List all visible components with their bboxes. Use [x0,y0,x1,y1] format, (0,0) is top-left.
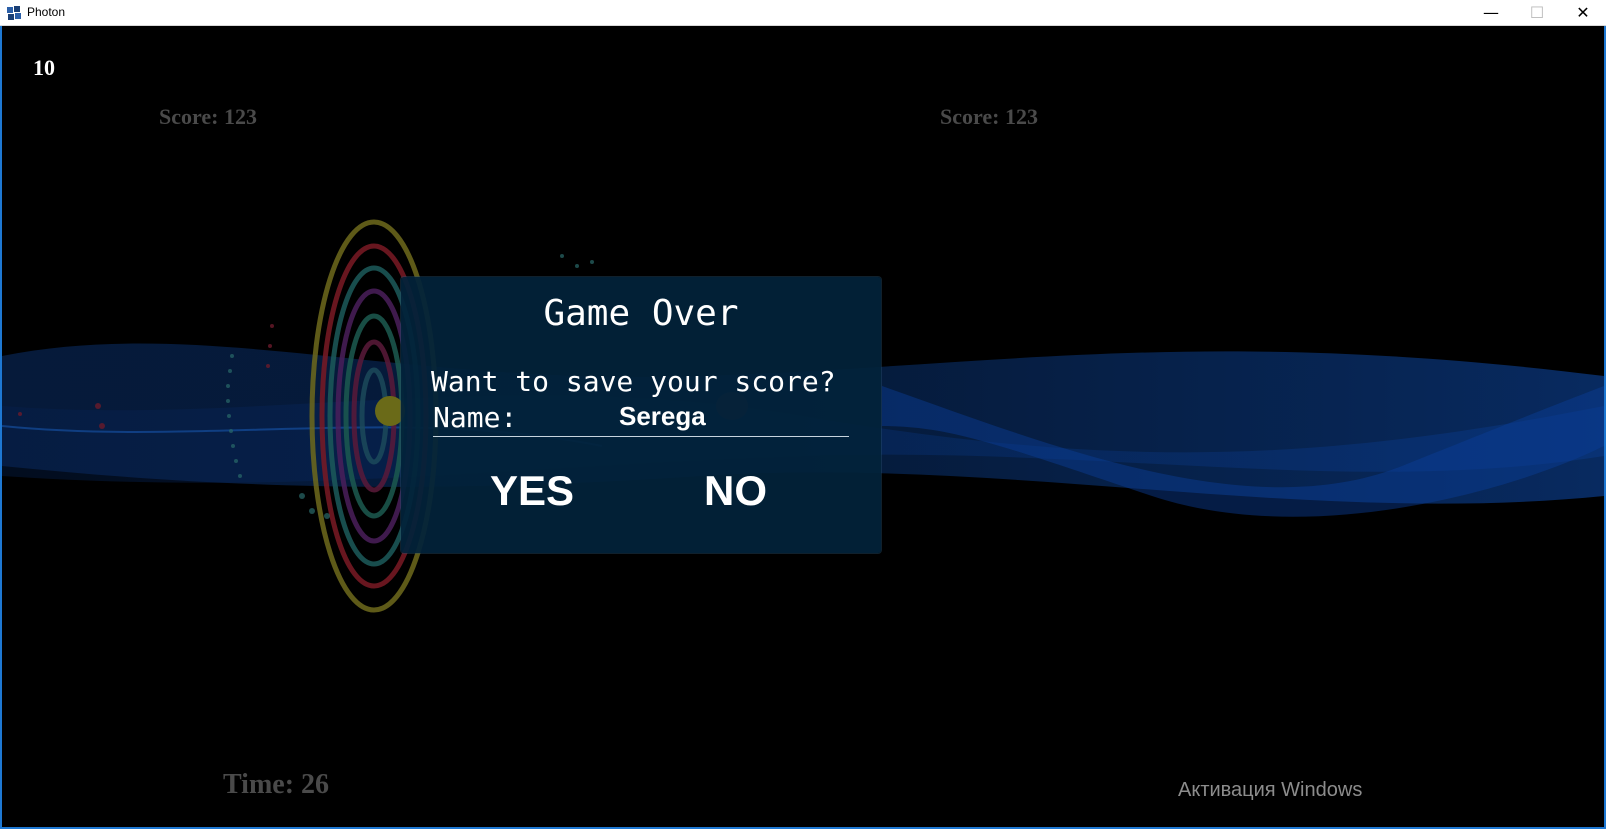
time-counter: Time: 26 [223,769,330,800]
maximize-button[interactable]: ☐ [1514,0,1560,26]
no-button[interactable]: NO [704,467,767,515]
score-player-two: Score: 123 [940,104,1038,129]
windows-activation-watermark: Активация Windows [1178,779,1363,801]
yes-button[interactable]: YES [490,467,574,515]
save-score-question: Want to save your score? [431,365,836,398]
app-icon [7,6,21,20]
game-over-dialog: Game Over Want to save your score? Name:… [401,277,881,553]
level-counter: 10 [33,55,55,80]
window-titlebar[interactable]: Photon — ☐ ✕ [0,0,1606,26]
name-input-value[interactable]: Serega [619,401,706,432]
close-button[interactable]: ✕ [1560,0,1606,26]
name-label: Name: [433,401,518,434]
score-player-one: Score: 123 [159,104,257,129]
minimize-button[interactable]: — [1468,0,1514,26]
dialog-title: Game Over [543,293,739,334]
window-title: Photon [27,5,66,19]
game-canvas[interactable]: 10 Score: 123 Score: 123 Time: 26 Актива… [2,26,1604,827]
